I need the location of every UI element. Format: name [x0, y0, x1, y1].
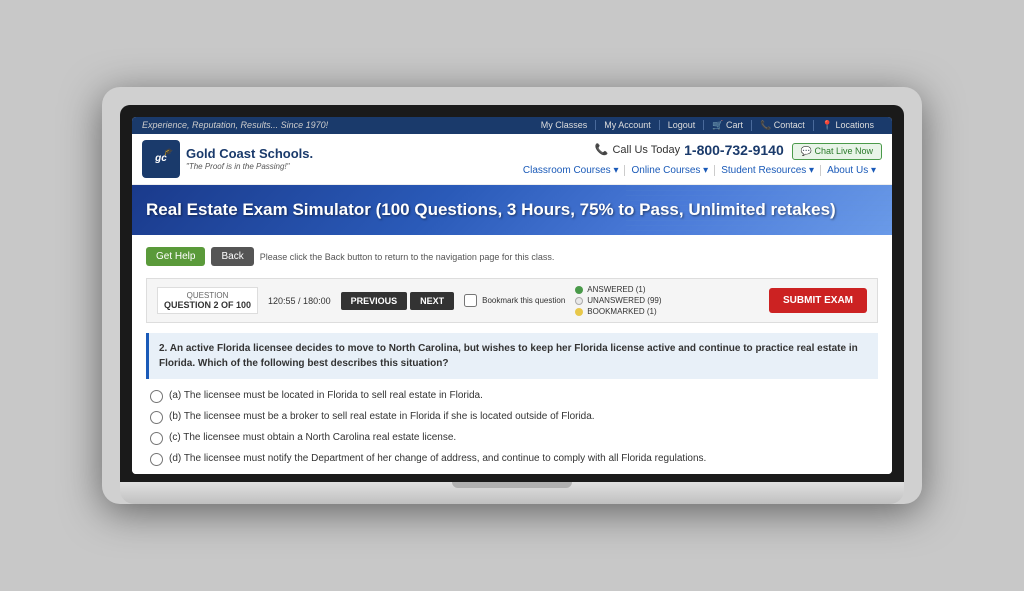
hero-banner: Real Estate Exam Simulator (100 Question… — [132, 185, 892, 235]
top-nav-links: My Classes My Account Logout 🛒 Cart 📞 Co… — [541, 120, 882, 131]
answered-stat: ANSWERED (1) — [575, 285, 759, 294]
stats-area: ANSWERED (1) UNANSWERED (99) BOOKMARKED … — [575, 285, 759, 316]
top-navigation-bar: Experience, Reputation, Results... Since… — [132, 117, 892, 134]
laptop-base — [120, 482, 904, 504]
question-text: 2. An active Florida licensee decides to… — [146, 333, 878, 379]
hero-title: Real Estate Exam Simulator (100 Question… — [146, 199, 878, 221]
student-resources-link[interactable]: Student Resources ▾ — [715, 165, 821, 176]
previous-button[interactable]: PREVIOUS — [341, 292, 408, 310]
submit-exam-button[interactable]: SUBMIT EXAM — [769, 288, 867, 313]
chat-button[interactable]: 💬 Chat Live Now — [792, 143, 882, 160]
online-courses-link[interactable]: Online Courses ▾ — [625, 165, 715, 176]
screen-bezel: Experience, Reputation, Results... Since… — [120, 105, 904, 482]
action-bar: Get Help Back Please click the Back butt… — [146, 243, 878, 270]
answer-c-text: (c) The licensee must obtain a North Car… — [169, 431, 456, 445]
back-button[interactable]: Back — [211, 247, 253, 266]
sub-nav-links: Classroom Courses ▾ Online Courses ▾ Stu… — [517, 165, 882, 176]
logout-link[interactable]: Logout — [668, 120, 705, 130]
answer-a: (a) The licensee must be located in Flor… — [150, 389, 874, 403]
answer-c: (c) The licensee must obtain a North Car… — [150, 431, 874, 445]
my-account-link[interactable]: My Account — [604, 120, 660, 130]
answer-b-radio[interactable] — [150, 411, 163, 424]
timer-display: 120:55 / 180:00 — [268, 296, 331, 306]
answer-a-radio[interactable] — [150, 390, 163, 403]
answer-a-text: (a) The licensee must be located in Flor… — [169, 389, 483, 403]
content-area: Get Help Back Please click the Back butt… — [132, 235, 892, 474]
answer-c-radio[interactable] — [150, 432, 163, 445]
bookmarked-dot — [575, 308, 583, 316]
nav-right: 📞 Call Us Today 1-800-732-9140 💬 Chat Li… — [517, 142, 882, 176]
tagline: Experience, Reputation, Results... Since… — [142, 120, 328, 130]
logo-text: Gold Coast Schools. "The Proof is in the… — [186, 146, 313, 171]
question-counter: QUESTION QUESTION 2 OF 100 — [157, 287, 258, 314]
main-navigation: gc 🎓 Gold Coast Schools. "The Proof is i… — [132, 134, 892, 185]
bookmarked-label: BOOKMARKED (1) — [587, 307, 656, 316]
answer-b-text: (b) The licensee must be a broker to sel… — [169, 410, 595, 424]
answered-dot — [575, 286, 583, 294]
answer-d: (d) The licensee must notify the Departm… — [150, 452, 874, 466]
bookmark-checkbox[interactable] — [464, 294, 477, 307]
quiz-controls: QUESTION QUESTION 2 OF 100 120:55 / 180:… — [146, 278, 878, 323]
bookmark-area[interactable]: Bookmark this question — [464, 294, 565, 307]
answers-list: (a) The licensee must be located in Flor… — [146, 389, 878, 466]
contact-link[interactable]: 📞 Contact — [760, 120, 814, 131]
my-classes-link[interactable]: My Classes — [541, 120, 597, 130]
phone-number: 1-800-732-9140 — [684, 142, 784, 158]
answer-b: (b) The licensee must be a broker to sel… — [150, 410, 874, 424]
phone-line: 📞 Call Us Today 1-800-732-9140 — [595, 142, 784, 158]
screen: Experience, Reputation, Results... Since… — [132, 117, 892, 474]
question-number: QUESTION 2 OF 100 — [164, 300, 251, 310]
help-text: Please click the Back button to return t… — [260, 252, 555, 262]
classroom-courses-link[interactable]: Classroom Courses ▾ — [517, 165, 626, 176]
locations-link[interactable]: 📍 Locations — [822, 120, 882, 131]
nav-buttons: PREVIOUS NEXT — [341, 292, 455, 310]
bookmark-label: Bookmark this question — [482, 296, 565, 305]
school-tagline: "The Proof is in the Passing!" — [186, 162, 313, 172]
next-button[interactable]: NEXT — [410, 292, 454, 310]
laptop-frame: Experience, Reputation, Results... Since… — [102, 87, 922, 504]
bookmarked-stat: BOOKMARKED (1) — [575, 307, 759, 316]
unanswered-label: UNANSWERED (99) — [587, 296, 661, 305]
unanswered-dot — [575, 297, 583, 305]
answered-label: ANSWERED (1) — [587, 285, 645, 294]
get-help-button[interactable]: Get Help — [146, 247, 205, 266]
call-us-label: Call Us Today — [612, 144, 680, 156]
cart-link[interactable]: 🛒 Cart — [712, 120, 752, 131]
about-us-link[interactable]: About Us ▾ — [821, 165, 882, 176]
logo-icon: gc 🎓 — [142, 140, 180, 178]
logo-area: gc 🎓 Gold Coast Schools. "The Proof is i… — [142, 140, 313, 178]
answer-d-radio[interactable] — [150, 453, 163, 466]
school-name: Gold Coast Schools. — [186, 146, 313, 162]
answer-d-text: (d) The licensee must notify the Departm… — [169, 452, 706, 466]
unanswered-stat: UNANSWERED (99) — [575, 296, 759, 305]
